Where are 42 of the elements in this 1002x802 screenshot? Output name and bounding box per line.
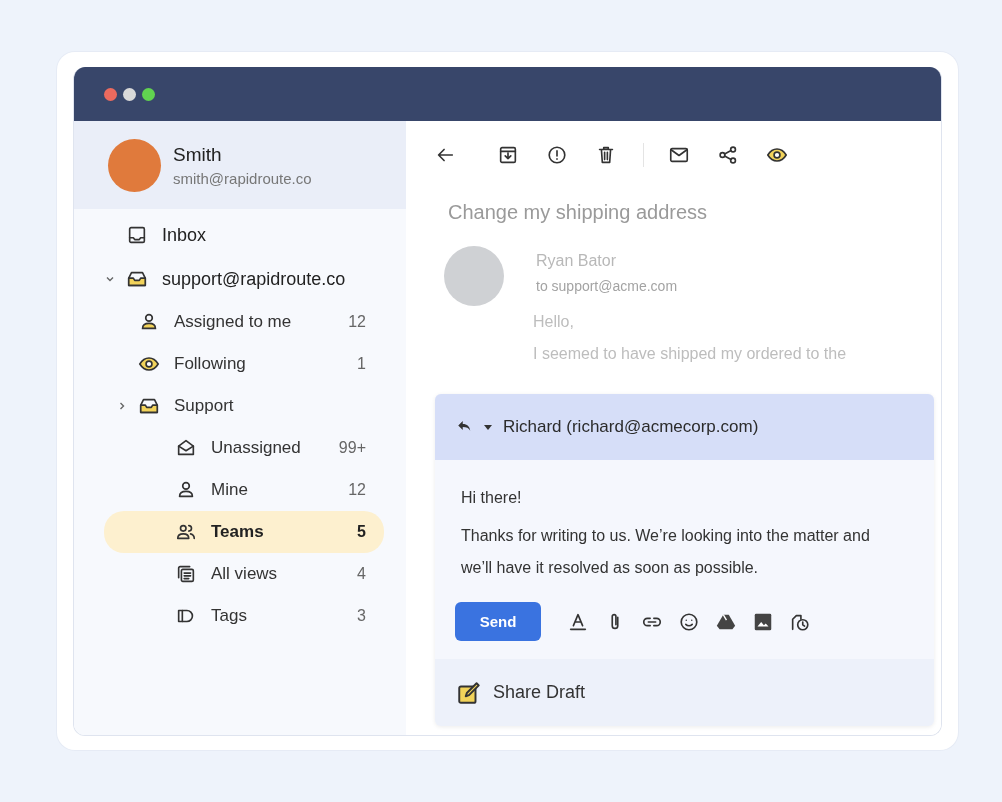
- item-count: 5: [357, 523, 367, 541]
- window-control-dot[interactable]: [142, 87, 155, 101]
- item-count: 4: [357, 565, 367, 583]
- avatar-circle: [108, 138, 161, 192]
- email-subject: Change my shipping address: [447, 200, 709, 224]
- edit-icon: [456, 679, 482, 706]
- message-text: Hello,: [533, 312, 575, 332]
- item-count: 12: [348, 313, 367, 331]
- send-button[interactable]: Send: [455, 602, 541, 641]
- account-email: smith@rapidroute.co: [173, 169, 312, 187]
- recipient-line: to support@acme.com: [536, 278, 679, 294]
- sidebar-item[interactable]: Tags 3: [104, 595, 384, 637]
- sidebar-item[interactable]: Following 1: [104, 343, 384, 385]
- share-draft-link[interactable]: Share Draft: [493, 682, 586, 703]
- smiley-icon[interactable]: [678, 610, 700, 633]
- account-name: Smith: [173, 143, 223, 166]
- reply-text: Thanks for writing to us. We’re looking into the matter and we’ll have it resolved as soon as possible.: [461, 526, 871, 578]
- tray-icon: [126, 224, 148, 246]
- caret-icon[interactable]: [483, 422, 493, 432]
- sidebar-item[interactable]: Inbox: [104, 213, 384, 257]
- sidebar-item[interactable]: Support: [104, 385, 384, 427]
- window-control-dot[interactable]: [123, 87, 136, 101]
- stacked-pages-icon: [175, 563, 197, 585]
- window-control-dot[interactable]: [104, 87, 117, 101]
- item-count: 3: [357, 607, 367, 625]
- item-count: 12: [348, 481, 367, 499]
- message-text: I seemed to have shipped my ordered to the: [533, 344, 847, 364]
- reply-recipient: Richard (richard@acmecorp.com): [503, 417, 759, 437]
- reply-text: Hi there!: [461, 488, 523, 508]
- avatar-circle: [444, 246, 504, 306]
- sidebar-item[interactable]: Assigned to me 12: [104, 301, 384, 343]
- sidebar-item[interactable]: Mine 12: [104, 469, 384, 511]
- item-count: 1: [357, 355, 367, 373]
- sender-name: Ryan Bator: [536, 252, 618, 270]
- sidebar-item[interactable]: Unassigned 99+: [104, 427, 384, 469]
- item-count: 99+: [338, 439, 367, 457]
- archive-icon[interactable]: [497, 144, 519, 166]
- share-icon[interactable]: [717, 144, 739, 166]
- sidebar-item[interactable]: All views 4: [104, 553, 384, 595]
- sidebar-item[interactable]: Teams 5: [104, 511, 384, 553]
- sidebar-item[interactable]: support@rapidroute.co: [104, 257, 384, 301]
- alert-icon[interactable]: [546, 144, 568, 166]
